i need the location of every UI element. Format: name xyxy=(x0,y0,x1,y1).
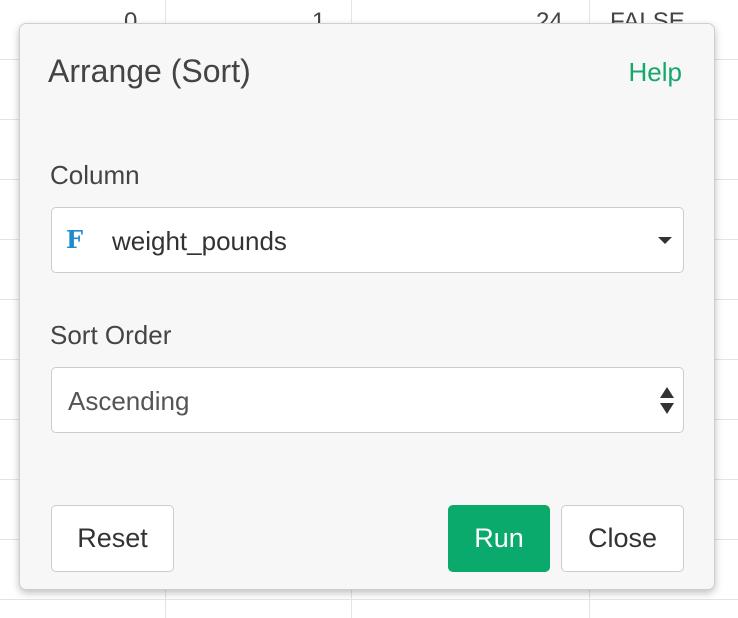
arrange-sort-dialog: Arrange (Sort) Help Column F weight_poun… xyxy=(19,23,715,590)
sort-order-select-value: Ascending xyxy=(68,386,190,416)
up-down-arrows-icon xyxy=(660,387,674,415)
arrow-down-icon xyxy=(660,403,674,414)
column-select[interactable]: F weight_pounds xyxy=(51,207,684,273)
table-row-divider xyxy=(0,599,738,600)
column-select-value: weight_pounds xyxy=(112,226,287,256)
reset-button[interactable]: Reset xyxy=(51,505,174,572)
column-label: Column xyxy=(50,160,140,190)
sort-order-label: Sort Order xyxy=(50,320,172,350)
help-link[interactable]: Help xyxy=(629,56,682,88)
close-button[interactable]: Close xyxy=(561,505,684,572)
arrow-up-icon xyxy=(660,387,674,398)
dialog-title: Arrange (Sort) xyxy=(48,53,251,89)
float-type-icon: F xyxy=(66,225,84,254)
caret-down-icon xyxy=(658,237,672,244)
run-button[interactable]: Run xyxy=(448,505,550,572)
sort-order-select[interactable]: Ascending xyxy=(51,367,684,433)
